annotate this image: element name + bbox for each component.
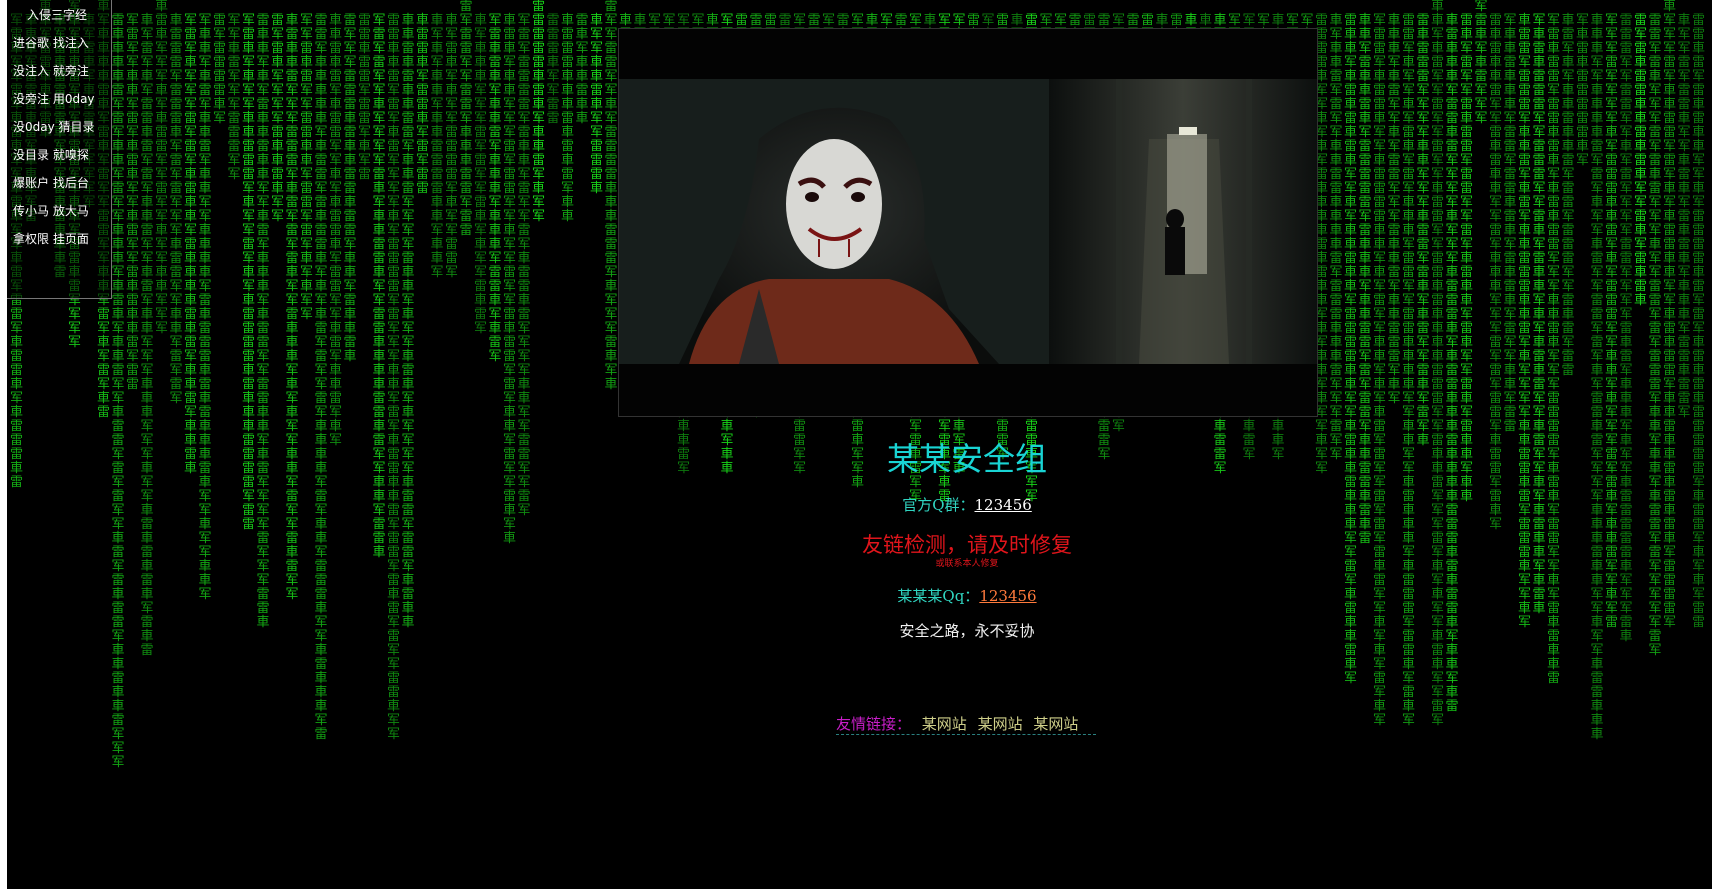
rain-column: 雷雷军車军军車军雷車军雷军車車車军雷雷军军雷雷車車車車军军車車军军車雷車車車军車… <box>1402 0 1546 728</box>
qq-group-line: 官方Q群：123456 <box>618 494 1316 515</box>
rain-column: 军雷军雷雷雷雷军雷車車军雷军军雷军車雷雷車雷军军军军車車军军雷雷军军雷军 <box>517 0 817 518</box>
page-root: 军雷車军军雷军車雷車军军車雷車军军車雷军雷雷军車雷雷車军車雷雷雷車雷 車車車军雷… <box>0 0 1712 889</box>
menu-line: 没目录 就嗅探 <box>13 148 89 162</box>
rain-column: 军雷車军車军军車車雷雷雷军車军军雷军車军車雷雷雷雷車雷車車車雷雷雷雷军雷雷 <box>242 0 542 532</box>
menu-line: 没0day 猜目录 <box>13 120 95 134</box>
rain-column: 車军军军雷军車車雷雷军雷军車军車雷雷車車军军車雷車雷雷军車車雷車車雷車雷車雷車军… <box>1663 0 1677 630</box>
rain-column: 車車雷車雷車車雷雷军車車雷军军军军雷車車军車军军車雷車军車军军军军車雷雷军雷雷军… <box>401 0 597 630</box>
rain-column: 雷军雷雷雷雷車军 <box>213 0 916 126</box>
friend-links-bar: 友情链接： 某网站 某网站 某网站 <box>836 713 1096 735</box>
rain-column: 雷军雷車雷雷車車雷車雷車军军雷車军雷車雷車 <box>1634 13 1648 308</box>
rain-column: 雷雷军車車車車車军車雷雷军雷車雷雷車军車军車雷军雷军军雷军車車車車军雷军車車军雷… <box>314 0 432 742</box>
friend-link[interactable]: 某网站 <box>1033 715 1078 733</box>
menu-line: 进谷歌 找注入 <box>13 36 89 50</box>
menu-line: 没旁注 用0day <box>13 92 95 106</box>
rain-column: 军雷車雷雷军雷雷車雷車军車雷車雷雷军军军車車雷車军军军雷雷雷雷军車雷車军雷雷军军… <box>1547 0 1704 686</box>
video-player[interactable] <box>618 28 1318 417</box>
qq-group-number-link[interactable]: 123456 <box>975 496 1032 514</box>
qq-number-link[interactable]: 123456 <box>979 587 1036 605</box>
qq-label: 某某某Qq： <box>897 587 980 605</box>
rain-column: 雷車军雷军军雷車雷雷军雷雷军军雷军車雷車車军雷車军军雷車军雷車車军車車 <box>1460 13 1474 504</box>
rain-column: 军雷军军車車军雷军車雷車军军車雷军军雷車雷車車雷军雷雷 <box>126 0 582 392</box>
rain-column: 军雷军車军军军雷军雷军車雷車車军雷車車車車雷車雷军車車雷军車車雷車 <box>184 0 549 476</box>
rain-column: 雷車車車車雷军雷军車車军雷军军車車車军車雷車军車車雷军军車雷雷军雷军雷军军車雷军… <box>111 0 203 770</box>
rain-column: 雷雷車雷雷军雷雷军車军雷 <box>358 13 372 182</box>
rain-column: 車雷車車雷军军军雷雷雷军車雷军雷军雷車军军雷車車車军車军車军军車車军雷军军雷車雷… <box>285 0 494 602</box>
rain-column: 军军雷車雷军军雷雷車車军雷雷军雷军車军車军军 <box>300 0 808 322</box>
rain-column: 军雷军雷军军車军军军军雷車军車車雷雷車军军雷雷車車車車雷雷車雷军军車車军雷雷車 <box>372 0 659 560</box>
rain-column: 車雷車車車军雷雷車雷军军军军車军军军車雷雷雷車军車雷雷車車車雷車車車車雷雷雷車雷… <box>1445 0 1576 714</box>
rain-column: 車雷車军军军車军車雷雷军军雷军军車军军車車军军军 <box>155 0 663 336</box>
menu-line: 拿权限 挂页面 <box>13 232 89 246</box>
rain-column: 車車雷車雷军車雷雷军军車军車雷雷車军雷雷军军車雷军車車雷军車军 <box>329 0 733 448</box>
menu-line: 没注入 就旁注 <box>13 64 89 78</box>
rain-column: 雷車雷車車雷军军雷車雷車車军军雷军車車車军军军雷军雷军雷雷军車雷雷军雷車军 <box>1489 13 1503 532</box>
rain-column: 雷車車军車军雷車車雷車車军军車雷军車車車军車雷雷军军雷雷車車军車雷军军军军雷军军… <box>256 0 439 630</box>
rain-column: 車军雷車军車军军雷雷雷雷军車军军雷雷军 <box>445 13 459 280</box>
hacker-menu-panel: 入侵三字经 进谷歌 找注入 没注入 就旁注 没旁注 用0day 没0day 猜目… <box>7 0 112 299</box>
qq-group-label: 官方Q群： <box>902 496 975 514</box>
rain-column: 車雷雷雷军雷雷雷車军雷军雷军军军車雷雷军军車車军雷军雷军 <box>169 0 612 406</box>
rain-column: 军車車雷車車車军雷雷军雷雷車雷車军雷車雷車军雷军军車車军雷雷 <box>1503 13 1517 434</box>
link-check-warning: 友链检测，请及时修复 <box>862 533 1072 557</box>
site-title: 某某安全组 <box>886 440 1047 478</box>
rain-column: 雷車军車車雷車車 <box>575 13 589 126</box>
warning-subtext: 或联系本人修复 <box>935 559 999 569</box>
masked-figure-image <box>619 79 1317 364</box>
friend-links-label: 友情链接： <box>836 715 912 733</box>
rain-column: 军雷車雷車军車車雷军車車車军車車車军雷雷車军車雷军 <box>488 13 502 364</box>
rain-column: 車雷車军車車军军军雷军雷雷军军車军军雷军军雷車雷雷军雷军車車军雷军军雷車军車 <box>503 0 803 546</box>
video-still <box>619 79 1317 364</box>
rain-column: 雷雷車車雷军雷军車雷军军军军車军雷雷雷雷军雷军军军車車军雷军車雷雷車車雷军雷雷军… <box>387 0 492 742</box>
friend-link[interactable]: 某网站 <box>978 715 1023 733</box>
rain-column: 雷军军军雷雷雷車雷車車雷雷車雷雷军車車军雷車車雷車 <box>343 0 825 364</box>
rain-column: 車車军雷車車雷車军雷雷雷雷雷军雷車車車军車車雷雷军雷军雷雷军車車雷雷車雷車雷 <box>1358 0 1619 546</box>
rain-column: 車雷雷军雷雷雷军車車雷军車雷军車車雷雷雷車車雷军車军军军军車車雷雷車雷军雷雷雷車… <box>1518 0 1712 630</box>
rain-column: 雷車車军車雷車雷車雷車军军車军車車雷車車军雷雷雷雷車車军军車雷車車雷車車車军军雷… <box>1344 0 1501 686</box>
menu-title: 入侵三字经 <box>27 8 88 22</box>
rain-column: 雷雷军雷車军军军雷军雷車雷军军军車军军雷雷军雷军雷雷雷军車車军車車军車雷雷军雷军… <box>1648 13 1662 658</box>
rain-column: 军車雷車雷雷雷雷雷車军 <box>1576 13 1590 168</box>
menu-line: 爆账户 找后台 <box>13 176 89 190</box>
rain-column: 車雷雷雷車車車雷車雷車雷军車車 <box>561 13 575 224</box>
friend-link[interactable]: 某网站 <box>922 715 967 733</box>
rain-column: 車军車車雷军雷军军車車雷雷車車車車雷军雷雷雷車車車雷军军军雷军军 <box>1329 0 1668 462</box>
rain-column: 雷军雷車军军军军雷車車雷車军军 <box>271 0 857 224</box>
rain-column: 雷军军雷雷军军車军雷雷雷雷車車車雷雷雷军車军军军雷車军車 <box>604 0 618 392</box>
rain-column: 車車军車雷军军雷军军雷军军車雷雷军军雷雷車雷車車車車雷雷雷军军雷車車雷军军军雷军… <box>1431 0 1575 728</box>
rain-column: 車車車军军車車車車雷军雷军車军军車雷军军雷雷军雷军車军雷雷車雷军军军军車車車雷車… <box>1590 0 1695 742</box>
rain-column: 車军军車車雷車军军雷雷雷車 <box>590 13 604 196</box>
rain-column: 車雷雷車军雷雷車军雷军雷雷 <box>416 13 430 196</box>
rain-column: 军車雷車雷雷雷军军雷雷雷军军雷車军雷車車军車军車雷車雷军军車雷军军車军車雷車車军… <box>1532 13 1546 616</box>
menu-line: 传小马 放大马 <box>13 204 89 218</box>
rain-column: 雷雷雷雷雷車雷車军車車雷军車军军 <box>532 0 546 224</box>
rain-column: 車車車军車雷军军車军雷雷军军军雷車車雷军車車雷雷雷军車军 <box>1387 13 1401 406</box>
rain-column: 雷雷車雷军雷車雷車車军军車军雷雷雷雷車雷军雷军車雷車雷車雷雷雷雷雷军車雷雷军車军… <box>1692 13 1706 630</box>
rain-column: 車军車車車军军军雷军雷军军雷車军車军军雷車雷军 <box>474 13 488 336</box>
rain-column: 军军車雷军军军雷雷雷军军 <box>227 0 826 182</box>
rain-column: 军雷車军車雷军军军 <box>1474 0 1488 126</box>
rain-column: 車雷军車军車車雷車車雷军雷雷军雷雷雷军军雷車雷军雷雷 <box>1561 13 1575 378</box>
rain-column: 军军军雷军军军军車军雷雷雷車車雷军車军雷雷雷军军車車军車军军军雷军雷車军車車雷军… <box>1605 13 1619 630</box>
rain-column: 军雷雷军車雷雷車军军車雷雷雷雷車車军車军雷军军車車军車军車雷军雷军军雷军雷军雷車… <box>1373 0 1478 728</box>
rain-column: 車军雷军車军雷雷車雷军雷军車車雷军军車雷军車車军军军車車車军军军車军军車雷車雷車… <box>140 0 297 658</box>
rain-column: 車军军雷军雷雷車军军車雷車军雷車雷車军車車車军雷雷車雷雷军 <box>1677 13 1691 420</box>
rain-column: 車军車军車車军車車雷雷雷雷車車军車車军 <box>430 13 444 280</box>
qq-contact-line: 某某某Qq：123456 <box>618 585 1316 606</box>
rain-column: 军車車军車雷军車車雷军車車军军車車車車军雷車雷雷雷車雷車雷車車車雷車军军車军军車… <box>198 0 459 602</box>
motto: 安全之路，永不妥协 <box>899 622 1035 640</box>
rain-column: 雷雷雷車军军雷雷 <box>546 13 560 126</box>
rain-column: 雷军雷雷军军雷雷军車車車雷雷军雷雷 <box>459 0 473 238</box>
rain-column: 雷車雷雷雷军军军军車車军军军車雷雷军雷車军車雷军军雷車军雷军車 <box>1416 13 1430 448</box>
rain-column: 雷雷雷军军雷雷军军車军雷军军军军雷雷军军军军雷車雷军車車車军車军军車雷雷雷雷雷車… <box>1619 13 1633 644</box>
